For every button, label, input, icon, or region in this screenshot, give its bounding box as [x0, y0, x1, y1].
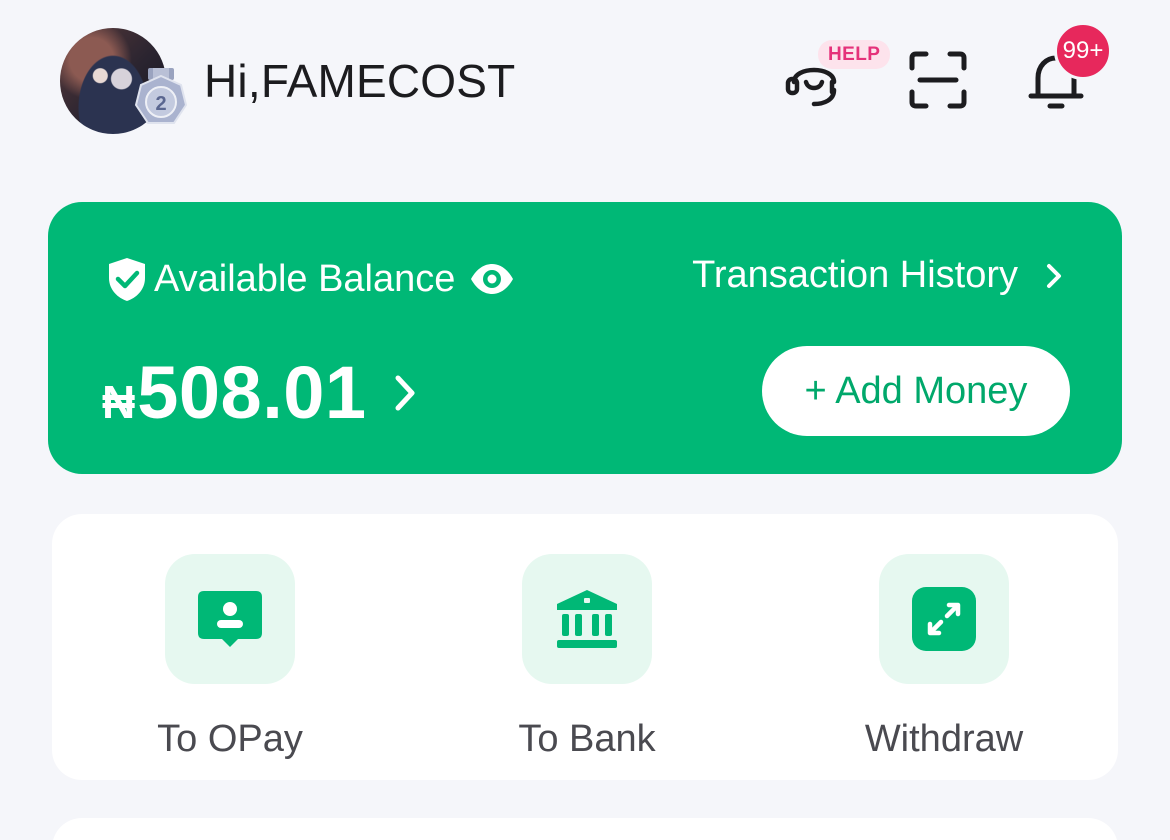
action-tile[interactable] [522, 554, 652, 684]
medal-level: 2 [155, 93, 166, 115]
currency-symbol: ₦ [102, 375, 136, 428]
help-badge[interactable]: HELP [818, 40, 891, 69]
balance-amount-row[interactable]: ₦ 508.01 [102, 350, 417, 435]
to-opay-action[interactable]: To OPay [110, 554, 350, 764]
chevron-right-icon [395, 375, 415, 410]
bank-icon [557, 590, 617, 648]
quick-actions-card: To OPay To Bank Withdraw [52, 514, 1118, 780]
to-bank-action[interactable]: To Bank [467, 554, 707, 764]
scan-icon[interactable] [908, 50, 968, 110]
profile[interactable]: 2 [60, 28, 190, 138]
transaction-history-link[interactable]: Transaction History [692, 254, 1064, 297]
shield-check-icon [109, 258, 145, 301]
action-tile[interactable] [879, 554, 1009, 684]
balance-label: Available Balance [154, 257, 456, 300]
balance-amount: 508.01 [137, 351, 367, 434]
eye-icon[interactable] [469, 262, 515, 296]
withdraw-icon [912, 587, 976, 651]
action-tile[interactable] [165, 554, 295, 684]
withdraw-action[interactable]: Withdraw [824, 554, 1064, 764]
notification-badge: 99+ [1054, 22, 1112, 80]
greeting: Hi,FAMECOST [204, 55, 516, 107]
action-label: To Bank [518, 718, 656, 760]
medal-icon: 2 [134, 68, 188, 124]
action-label: Withdraw [864, 718, 1024, 760]
action-label: To OPay [157, 718, 303, 760]
balance-card: Available Balance Transaction History ₦ … [48, 202, 1122, 474]
opay-user-icon [198, 591, 262, 647]
next-card [52, 818, 1118, 840]
balance-label-row: Available Balance [106, 256, 515, 302]
add-money-button[interactable]: + Add Money [762, 346, 1070, 436]
transaction-history-label: Transaction History [692, 254, 1018, 296]
chevron-right-icon [1047, 263, 1061, 288]
